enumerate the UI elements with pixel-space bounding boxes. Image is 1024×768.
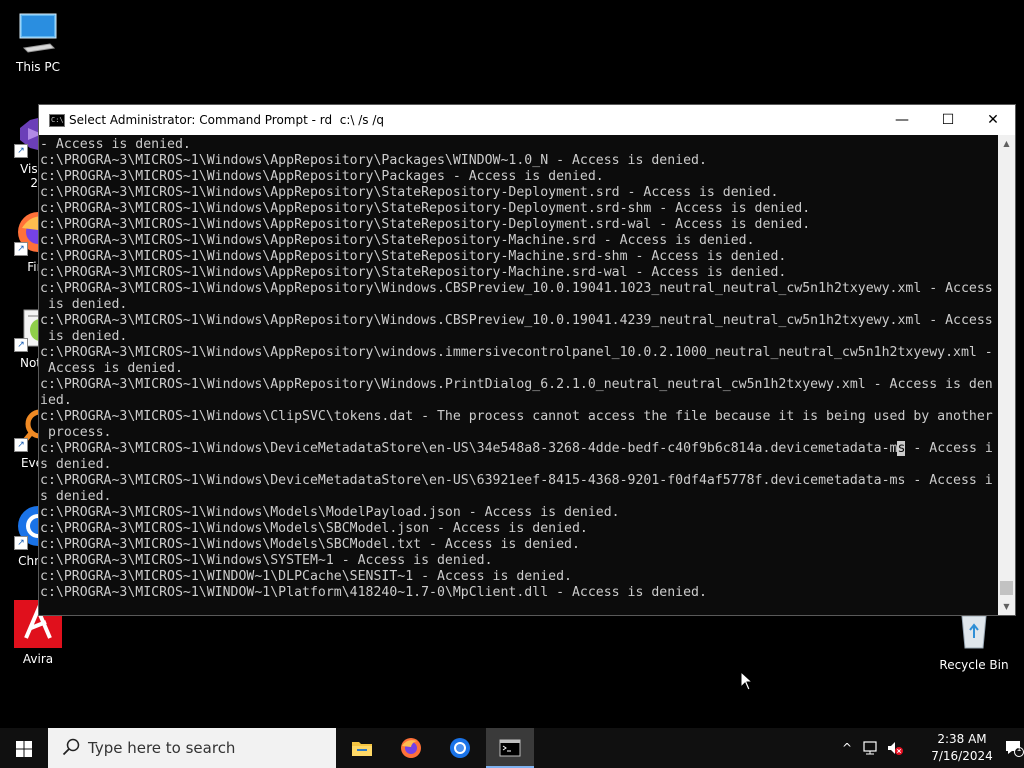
console-line: c:\PROGRA~3\MICROS~1\Windows\AppReposito… — [40, 201, 811, 216]
scroll-up-arrow-icon[interactable]: ▲ — [998, 135, 1015, 152]
console-line: c:\PROGRA~3\MICROS~1\Windows\AppReposito… — [40, 217, 811, 232]
command-prompt-window[interactable]: C:\ Select Administrator: Command Prompt… — [38, 104, 1016, 616]
clock-date: 7/16/2024 — [931, 749, 993, 763]
console-line: c:\PROGRA~3\MICROS~1\WINDOW~1\Platform\4… — [40, 585, 707, 600]
shortcut-arrow-icon: ↗ — [14, 338, 28, 352]
console-line: c:\PROGRA~3\MICROS~1\Windows\Models\SBCM… — [40, 537, 580, 552]
desktop: This PC ↗ Visual 20 ↗ Fire — [0, 0, 1024, 728]
scroll-down-arrow-icon[interactable]: ▼ — [998, 598, 1015, 615]
console-line: c:\PROGRA~3\MICROS~1\Windows\AppReposito… — [40, 345, 993, 360]
desktop-icon-label: This PC — [16, 60, 60, 74]
taskbar-clock[interactable]: 2:38 AM 7/16/2024 — [927, 731, 997, 765]
notification-count-badge: 1 — [1016, 744, 1022, 753]
vertical-scrollbar[interactable]: ▲ ▼ — [998, 135, 1015, 615]
desktop-icon-label: Avira — [22, 652, 54, 666]
console-line: c:\PROGRA~3\MICROS~1\Windows\ClipSVC\tok… — [40, 409, 993, 424]
console-line: c:\PROGRA~3\MICROS~1\Windows\Models\SBCM… — [40, 521, 588, 536]
shortcut-arrow-icon: ↗ — [14, 536, 28, 550]
desktop-icon-label: Recycle Bin — [939, 658, 1009, 672]
shortcut-arrow-icon: ↗ — [14, 144, 28, 158]
window-titlebar[interactable]: C:\ Select Administrator: Command Prompt… — [39, 105, 1015, 135]
console-area[interactable]: - Access is denied. c:\PROGRA~3\MICROS~1\… — [39, 135, 999, 615]
search-icon — [62, 738, 80, 756]
taskbar-app-command-prompt[interactable] — [486, 728, 534, 768]
console-line: process. — [40, 425, 112, 440]
console-line: s denied. — [40, 489, 112, 504]
console-line: c:\PROGRA~3\MICROS~1\Windows\DeviceMetad… — [40, 473, 993, 488]
console-line: c:\PROGRA~3\MICROS~1\Windows\AppReposito… — [40, 153, 707, 168]
taskbar-app-chrome[interactable] — [436, 728, 484, 768]
show-hidden-icons-chevron-icon[interactable]: ^ — [838, 739, 856, 757]
maximize-button[interactable]: ☐ — [925, 105, 971, 135]
console-line: c:\PROGRA~3\MICROS~1\Windows\AppReposito… — [40, 313, 993, 328]
console-line: c:\PROGRA~3\MICROS~1\Windows\DeviceMetad… — [40, 441, 993, 456]
scrollbar-thumb[interactable] — [1000, 581, 1013, 595]
search-placeholder: Type here to search — [88, 739, 236, 757]
volume-muted-icon[interactable] — [886, 739, 904, 757]
mouse-pointer-icon — [740, 671, 754, 691]
close-button[interactable]: ✕ — [970, 105, 1016, 135]
console-line: ied. — [40, 393, 72, 408]
command-prompt-icon — [499, 739, 521, 757]
shortcut-arrow-icon: ↗ — [14, 242, 28, 256]
console-line: c:\PROGRA~3\MICROS~1\Windows\AppReposito… — [40, 249, 787, 264]
clock-time: 2:38 AM — [937, 732, 987, 746]
console-line: - Access is denied. — [40, 137, 191, 152]
monitor-icon — [14, 8, 62, 56]
taskbar-app-firefox[interactable] — [387, 728, 435, 768]
chrome-icon — [450, 738, 470, 758]
taskbar-app-file-explorer[interactable] — [338, 728, 386, 768]
console-line: is denied. — [40, 297, 128, 312]
console-line: is denied. — [40, 329, 128, 344]
desktop-icon-this-pc[interactable]: This PC — [0, 8, 76, 74]
console-line: c:\PROGRA~3\MICROS~1\WINDOW~1\DLPCache\S… — [40, 569, 572, 584]
console-output: - Access is denied. c:\PROGRA~3\MICROS~1\… — [39, 135, 999, 601]
console-line: c:\PROGRA~3\MICROS~1\Windows\AppReposito… — [40, 377, 993, 392]
windows-logo-icon — [16, 741, 32, 757]
minimize-button[interactable]: — — [879, 105, 925, 135]
start-button[interactable] — [0, 728, 48, 768]
text-cursor: s — [897, 441, 906, 456]
console-line: c:\PROGRA~3\MICROS~1\Windows\SYSTEM~1 - … — [40, 553, 493, 568]
console-line: c:\PROGRA~3\MICROS~1\Windows\AppReposito… — [40, 169, 604, 184]
system-tray: ^ 2:38 AM 7/16/2024 1 — [824, 728, 1024, 768]
firefox-icon — [401, 738, 421, 758]
console-line: c:\PROGRA~3\MICROS~1\Windows\AppReposito… — [40, 281, 993, 296]
console-line: c:\PROGRA~3\MICROS~1\Windows\AppReposito… — [40, 233, 755, 248]
taskbar: Type here to search ^ 2:38 AM 7/16/2024 … — [0, 728, 1024, 768]
console-line: c:\PROGRA~3\MICROS~1\Windows\AppReposito… — [40, 185, 779, 200]
console-line: c:\PROGRA~3\MICROS~1\Windows\AppReposito… — [40, 265, 787, 280]
taskbar-search-box[interactable]: Type here to search — [48, 728, 336, 768]
action-center-icon[interactable]: 1 — [1004, 739, 1024, 757]
window-title: Select Administrator: Command Prompt - r… — [69, 113, 385, 127]
network-icon[interactable] — [862, 739, 880, 757]
command-prompt-icon: C:\ — [49, 114, 65, 127]
console-line: c:\PROGRA~3\MICROS~1\Windows\Models\Mode… — [40, 505, 620, 520]
file-explorer-icon — [352, 742, 372, 756]
console-line: Access is denied. — [40, 361, 183, 376]
console-line: s denied. — [40, 457, 112, 472]
shortcut-arrow-icon: ↗ — [14, 438, 28, 452]
